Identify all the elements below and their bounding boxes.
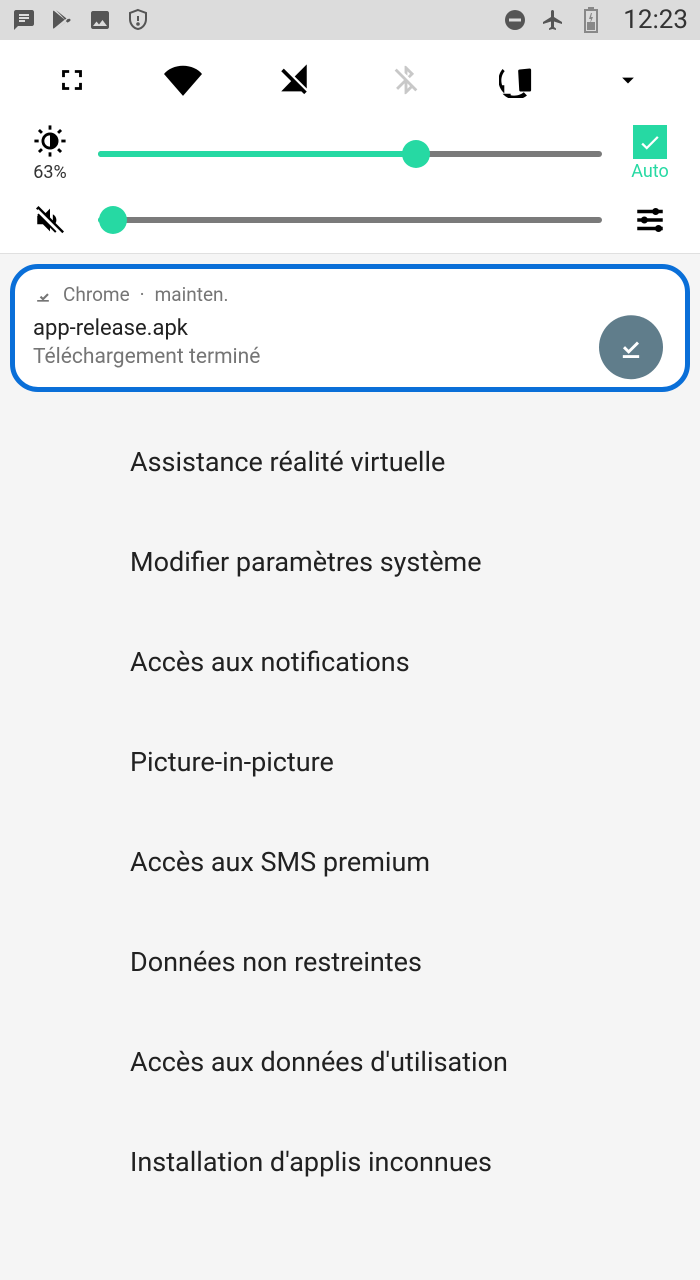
wifi-tile[interactable]	[163, 60, 203, 100]
status-bar: 12:23	[0, 0, 700, 40]
fullscreen-tile[interactable]	[52, 60, 92, 100]
settings-item-pip[interactable]: Picture-in-picture	[0, 712, 700, 812]
dnd-icon	[503, 8, 527, 32]
settings-item-unrestricted-data[interactable]: Données non restreintes	[0, 912, 700, 1012]
battery-icon	[579, 8, 603, 32]
message-icon	[12, 8, 36, 32]
auto-label: Auto	[631, 161, 669, 182]
expand-chevron[interactable]	[608, 60, 648, 100]
settings-item-modify-system[interactable]: Modifier paramètres système	[0, 512, 700, 612]
status-left-icons	[12, 8, 150, 32]
notif-time: mainten.	[155, 283, 229, 306]
settings-list: Assistance réalité virtuelle Modifier pa…	[0, 392, 700, 1212]
notif-subtitle: Téléchargement terminé	[33, 345, 667, 369]
notif-title: app-release.apk	[33, 316, 667, 341]
volume-slider[interactable]	[98, 205, 602, 235]
settings-item-notification-access[interactable]: Accès aux notifications	[0, 612, 700, 712]
quick-settings-panel: 63% Auto	[0, 40, 700, 254]
equalizer-button[interactable]	[620, 203, 680, 237]
notif-app-name: Chrome	[63, 283, 130, 306]
notif-open-button[interactable]	[599, 315, 663, 379]
airplane-icon	[541, 8, 565, 32]
settings-item-unknown-apps[interactable]: Installation d'applis inconnues	[0, 1112, 700, 1212]
brightness-icon-col: 63%	[20, 124, 80, 183]
status-right-icons: 12:23	[503, 5, 688, 35]
settings-item-usage-access[interactable]: Accès aux données d'utilisation	[0, 1012, 700, 1112]
auto-brightness-toggle[interactable]: Auto	[620, 125, 680, 182]
brightness-row: 63% Auto	[0, 110, 700, 189]
notif-separator: ·	[140, 283, 145, 306]
notif-header: Chrome · mainten.	[33, 283, 667, 306]
volume-mute-icon[interactable]	[20, 203, 80, 237]
brightness-slider[interactable]	[98, 139, 602, 169]
rotation-tile[interactable]	[497, 60, 537, 100]
qs-tiles-row	[0, 50, 700, 110]
settings-item-premium-sms[interactable]: Accès aux SMS premium	[0, 812, 700, 912]
settings-item-vr[interactable]: Assistance réalité virtuelle	[0, 412, 700, 512]
check-icon	[633, 125, 667, 159]
bluetooth-off-tile[interactable]	[386, 60, 426, 100]
brightness-percent: 63%	[33, 162, 66, 183]
cellular-off-tile[interactable]	[274, 60, 314, 100]
status-time: 12:23	[623, 5, 688, 35]
volume-row	[0, 189, 700, 237]
image-icon	[88, 8, 112, 32]
shield-alert-icon	[126, 8, 150, 32]
brightness-icon	[33, 124, 67, 158]
download-icon	[33, 285, 53, 305]
download-notification[interactable]: Chrome · mainten. app-release.apk Téléch…	[10, 264, 690, 392]
play-store-icon	[50, 8, 74, 32]
